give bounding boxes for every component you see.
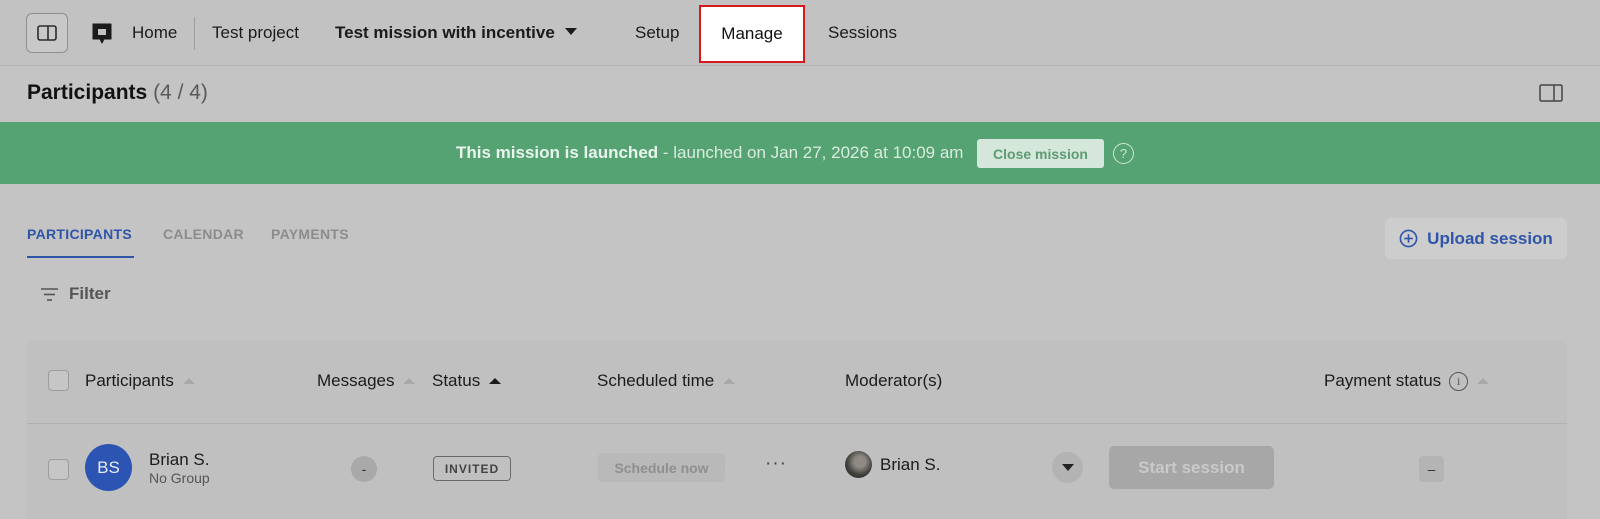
participant-count: (4 / 4) [153, 81, 208, 104]
page-title-text: Participants [27, 81, 148, 104]
filter-button[interactable]: Filter [41, 284, 111, 304]
tab-calendar[interactable]: CALENDAR [163, 226, 244, 242]
table-header: Participants Messages Status Scheduled t… [27, 340, 1567, 424]
more-options-icon[interactable]: ··· [765, 453, 787, 475]
sidebar-toggle-button[interactable] [26, 13, 68, 53]
payment-status-value: – [1419, 456, 1444, 482]
upload-session-label: Upload session [1427, 228, 1553, 248]
column-scheduled-time[interactable]: Scheduled time [597, 371, 736, 391]
avatar[interactable]: BS [85, 444, 132, 491]
participant-group: No Group [149, 470, 210, 486]
table-row [27, 424, 1567, 519]
column-moderators-label: Moderator(s) [845, 371, 943, 390]
panel-left-icon [37, 25, 57, 41]
banner-detail: - launched on Jan 27, 2026 at 10:09 am [658, 143, 964, 162]
nav-home-link[interactable]: Home [132, 23, 177, 43]
select-all-checkbox[interactable] [48, 370, 69, 391]
schedule-now-button[interactable]: Schedule now [598, 453, 725, 482]
column-payment-label: Payment status [1324, 371, 1442, 390]
filter-label: Filter [69, 284, 111, 303]
chevron-down-icon [564, 28, 577, 35]
page-header: Participants (4 / 4) [0, 66, 1600, 122]
chat-logo-icon[interactable] [90, 21, 114, 45]
column-messages-label: Messages [317, 371, 395, 390]
column-messages[interactable]: Messages [317, 371, 416, 391]
banner-text: This mission is launched - launched on J… [456, 143, 963, 163]
tab-manage[interactable]: Manage [699, 5, 805, 63]
sort-asc-icon [403, 378, 416, 384]
column-payment-status[interactable]: Payment status i [1324, 371, 1490, 391]
filter-lines-icon [41, 287, 58, 301]
banner-status: This mission is launched [456, 143, 659, 162]
close-mission-button[interactable]: Close mission [977, 139, 1104, 168]
help-icon[interactable]: ? [1113, 143, 1134, 164]
column-status[interactable]: Status [432, 371, 502, 391]
top-nav: Home Test project Test mission with ince… [0, 0, 1600, 66]
start-session-button[interactable]: Start session [1109, 446, 1274, 489]
participants-table: Participants Messages Status Scheduled t… [27, 340, 1567, 519]
column-participants[interactable]: Participants [85, 371, 195, 391]
nav-project-link[interactable]: Test project [212, 23, 299, 43]
mission-selector[interactable]: Test mission with incentive [335, 23, 577, 43]
moderator-dropdown-button[interactable] [1052, 452, 1083, 483]
sort-active-icon [489, 378, 502, 384]
mission-status-banner: This mission is launched - launched on J… [0, 122, 1600, 184]
messages-count[interactable]: - [351, 456, 377, 482]
page-title: Participants (4 / 4) [27, 81, 208, 105]
tab-sessions[interactable]: Sessions [828, 23, 897, 43]
tab-participants[interactable]: PARTICIPANTS [27, 226, 132, 242]
tab-payments[interactable]: PAYMENTS [271, 226, 349, 242]
chevron-down-icon [1061, 464, 1074, 471]
upload-session-button[interactable]: Upload session [1385, 218, 1567, 259]
sort-asc-icon [182, 378, 195, 384]
moderator-avatar [845, 451, 872, 478]
column-participants-label: Participants [85, 371, 174, 390]
participant-name[interactable]: Brian S. [149, 450, 209, 470]
tab-setup[interactable]: Setup [635, 23, 679, 43]
moderator-name: Brian S. [880, 455, 941, 474]
column-moderators: Moderator(s) [845, 371, 942, 391]
column-scheduled-label: Scheduled time [597, 371, 715, 390]
mission-title: Test mission with incentive [335, 23, 555, 42]
panel-right-icon[interactable] [1539, 83, 1563, 103]
row-checkbox[interactable] [48, 459, 69, 480]
active-tab-indicator [27, 256, 134, 258]
column-status-label: Status [432, 371, 481, 390]
nav-divider [194, 17, 195, 50]
info-icon[interactable]: i [1449, 371, 1469, 391]
plus-circle-icon [1399, 229, 1418, 248]
sort-asc-icon [1477, 378, 1490, 384]
sort-asc-icon [723, 378, 736, 384]
status-badge: INVITED [433, 456, 511, 481]
